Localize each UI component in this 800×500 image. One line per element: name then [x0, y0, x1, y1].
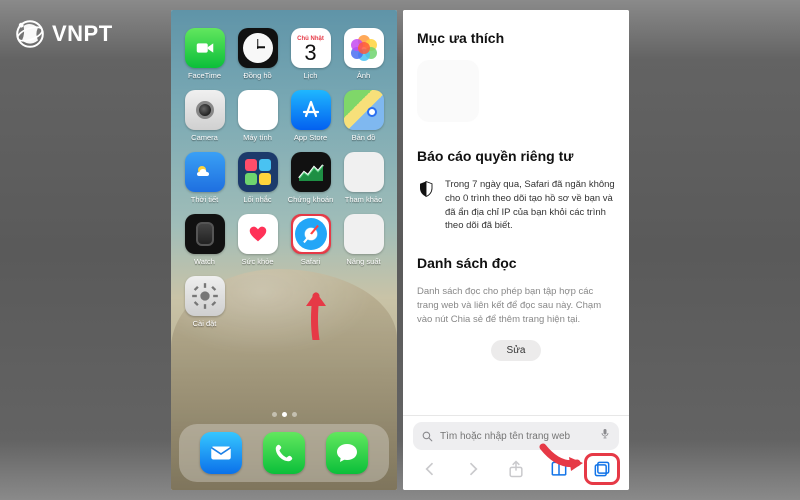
- app-facetime[interactable]: FaceTime: [181, 28, 228, 80]
- edit-button[interactable]: Sửa: [491, 340, 542, 361]
- vnpt-logo: VNPT: [14, 18, 113, 50]
- app-label: App Store: [294, 133, 327, 142]
- appstore-icon: [291, 90, 331, 130]
- app-messages[interactable]: [326, 432, 368, 474]
- weather-icon: [185, 152, 225, 192]
- app-shortcuts[interactable]: Lối nhắc: [234, 152, 281, 204]
- home-app-grid: FaceTime Đồng hồ Chủ Nhật 3 Lịch: [171, 28, 397, 328]
- privacy-text: Trong 7 ngày qua, Safari đã ngăn không c…: [445, 178, 615, 233]
- app-health[interactable]: Sức khỏe: [234, 214, 281, 266]
- app-calculator[interactable]: Máy tính: [234, 90, 281, 142]
- favorite-placeholder[interactable]: [417, 60, 479, 122]
- camera-icon: [185, 90, 225, 130]
- watch-icon: [185, 214, 225, 254]
- gear-icon: [185, 276, 225, 316]
- calendar-icon: Chủ Nhật 3: [291, 28, 331, 68]
- app-photos[interactable]: Ảnh: [340, 28, 387, 80]
- app-settings[interactable]: Cài đặt: [181, 276, 228, 328]
- app-label: Đồng hồ: [243, 71, 271, 80]
- app-appstore[interactable]: App Store: [287, 90, 334, 142]
- iphone-home-screen: FaceTime Đồng hồ Chủ Nhật 3 Lịch: [171, 10, 397, 490]
- readinglist-heading: Danh sách đọc: [417, 255, 615, 271]
- safari-toolbar: [413, 458, 619, 480]
- folder-icon: [344, 152, 384, 192]
- annotation-arrow-tabs: [539, 439, 585, 478]
- health-icon: [238, 214, 278, 254]
- back-button[interactable]: [417, 458, 443, 480]
- app-label: Tham khảo: [345, 195, 383, 204]
- app-clock[interactable]: Đồng hồ: [234, 28, 281, 80]
- app-mail[interactable]: [200, 432, 242, 474]
- page-dot: [292, 412, 297, 417]
- app-label: Thời tiết: [191, 195, 218, 204]
- privacy-heading: Báo cáo quyền riêng tư: [417, 148, 615, 164]
- page-indicator[interactable]: [171, 412, 397, 417]
- photos-icon: [344, 28, 384, 68]
- favorites-heading: Mục ưa thích: [417, 30, 615, 46]
- app-label: Lịch: [304, 71, 318, 80]
- calendar-date: 3: [304, 42, 316, 64]
- tabs-button[interactable]: [589, 458, 615, 480]
- search-icon: [421, 430, 434, 443]
- safari-footer: [403, 415, 629, 490]
- safari-start-page: Mục ưa thích Báo cáo quyền riêng tư Tron…: [403, 10, 629, 490]
- folder-icon: [344, 214, 384, 254]
- vnpt-globe-icon: [14, 18, 46, 50]
- app-label: Lối nhắc: [243, 195, 271, 204]
- safari-icon: [291, 214, 331, 254]
- shield-icon: [417, 180, 435, 198]
- app-watch[interactable]: Watch: [181, 214, 228, 266]
- forward-button[interactable]: [460, 458, 486, 480]
- maps-icon: [344, 90, 384, 130]
- app-stocks[interactable]: Chứng khoán: [287, 152, 334, 204]
- app-productivity-folder[interactable]: Năng suất: [340, 214, 387, 266]
- app-safari[interactable]: Safari: [287, 214, 334, 266]
- app-tips-folder[interactable]: Tham khảo: [340, 152, 387, 204]
- vnpt-text: VNPT: [52, 21, 113, 47]
- app-label: Máy tính: [243, 133, 272, 142]
- app-label: Chứng khoán: [288, 195, 333, 204]
- app-label: Cài đặt: [193, 319, 217, 328]
- app-label: Bản đồ: [352, 133, 376, 142]
- app-label: Năng suất: [346, 257, 380, 266]
- page-dot: [272, 412, 277, 417]
- app-camera[interactable]: Camera: [181, 90, 228, 142]
- app-weather[interactable]: Thời tiết: [181, 152, 228, 204]
- privacy-report-row[interactable]: Trong 7 ngày qua, Safari đã ngăn không c…: [417, 178, 615, 233]
- app-label: Watch: [194, 257, 215, 266]
- app-label: Sức khỏe: [241, 257, 273, 266]
- search-bar[interactable]: [413, 422, 619, 450]
- shortcuts-icon: [238, 152, 278, 192]
- app-label: Camera: [191, 133, 218, 142]
- calculator-icon: [238, 90, 278, 130]
- readinglist-text: Danh sách đọc cho phép bạn tập hợp các t…: [417, 285, 615, 326]
- app-calendar[interactable]: Chủ Nhật 3 Lịch: [287, 28, 334, 80]
- facetime-icon: [185, 28, 225, 68]
- stocks-icon: [291, 152, 331, 192]
- app-phone[interactable]: [263, 432, 305, 474]
- app-label: Safari: [301, 257, 321, 266]
- page-dot-active: [282, 412, 287, 417]
- app-label: Ảnh: [357, 71, 370, 80]
- annotation-arrow-safari: [303, 290, 329, 345]
- clock-icon: [238, 28, 278, 68]
- mic-button[interactable]: [599, 427, 611, 445]
- app-maps[interactable]: Bản đồ: [340, 90, 387, 142]
- share-button[interactable]: [503, 458, 529, 480]
- dock: [179, 424, 389, 482]
- app-label: FaceTime: [188, 71, 221, 80]
- highlight-ring: [291, 214, 331, 254]
